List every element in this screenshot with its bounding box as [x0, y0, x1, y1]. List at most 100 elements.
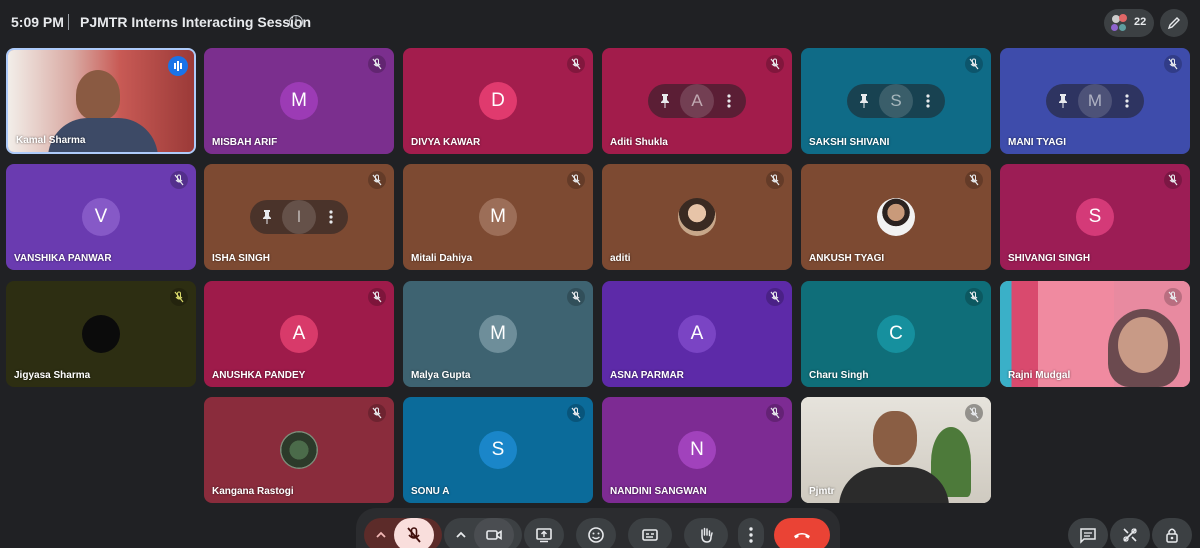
participant-tile[interactable]: C Charu Singh — [801, 281, 991, 387]
mic-off-icon — [770, 407, 780, 419]
participant-tile[interactable]: Kamal Sharma — [6, 48, 196, 154]
participant-tile[interactable]: M MANI TYAGI — [1000, 48, 1190, 154]
bottom-bar — [0, 508, 1200, 548]
edit-layout-button[interactable] — [1160, 9, 1188, 37]
lock-person-icon — [1166, 528, 1178, 543]
participant-name: SONU A — [411, 486, 450, 497]
participant-avatar: M — [280, 82, 318, 120]
tile-hover-controls: A — [648, 84, 746, 118]
participant-name: VANSHIKA PANWAR — [14, 253, 112, 264]
participant-tile[interactable]: aditi — [602, 164, 792, 270]
participant-tile[interactable]: S SONU A — [403, 397, 593, 503]
participant-tile[interactable]: S SAKSHI SHIVANI — [801, 48, 991, 154]
participant-name: DIVYA KAWAR — [411, 137, 481, 148]
participant-tile[interactable]: A ANUSHKA PANDEY — [204, 281, 394, 387]
info-icon[interactable]: i — [289, 15, 303, 29]
mic-off-icon — [571, 58, 581, 70]
participant-tile[interactable]: Kangana Rastogi — [204, 397, 394, 503]
speaking-indicator — [168, 56, 188, 76]
audio-wave-icon — [174, 61, 182, 71]
more-vert-icon — [749, 527, 753, 543]
participant-name: Kamal Sharma — [16, 135, 86, 146]
pin-icon[interactable] — [857, 93, 871, 109]
more-vert-icon[interactable] — [726, 93, 732, 109]
present-button[interactable] — [524, 518, 564, 548]
raise-hand-button[interactable] — [684, 518, 728, 548]
participant-avatar: D — [479, 82, 517, 120]
person-face — [873, 411, 917, 465]
mic-off-indicator — [766, 55, 784, 73]
mic-off-icon — [372, 407, 382, 419]
reactions-button[interactable] — [576, 518, 616, 548]
clock: 5:09 PM — [11, 14, 64, 30]
participant-tile[interactable]: M Malya Gupta — [403, 281, 593, 387]
participant-avatar: M — [479, 315, 517, 353]
mic-off-icon — [372, 58, 382, 70]
pin-icon[interactable] — [1056, 93, 1070, 109]
participant-tile[interactable]: M MISBAH ARIF — [204, 48, 394, 154]
participant-tile[interactable]: Rajni Mudgal — [1000, 281, 1190, 387]
mic-off-indicator — [1164, 55, 1182, 73]
end-call-icon — [794, 533, 810, 539]
participant-name: Mitali Dahiya — [411, 253, 473, 264]
mic-off-indicator — [766, 171, 784, 189]
participant-tile[interactable]: Jigyasa Sharma — [6, 281, 196, 387]
people-button[interactable]: 22 — [1104, 9, 1154, 37]
participant-tile[interactable]: D DIVYA KAWAR — [403, 48, 593, 154]
mic-toggle-button[interactable] — [394, 518, 434, 548]
pin-icon[interactable] — [658, 93, 672, 109]
mic-off-icon — [969, 174, 979, 186]
participant-name: Charu Singh — [809, 370, 869, 381]
participant-tile[interactable]: ANKUSH TYAGI — [801, 164, 991, 270]
profile-photo — [82, 315, 120, 353]
participant-name: Jigyasa Sharma — [14, 370, 91, 381]
participant-name: MANI TYAGI — [1008, 137, 1066, 148]
participant-name: Rajni Mudgal — [1008, 370, 1071, 381]
participant-avatar: M — [1078, 84, 1112, 118]
camera-icon — [486, 530, 502, 540]
mic-off-indicator — [1164, 288, 1182, 306]
mic-off-indicator — [368, 55, 386, 73]
chat-button[interactable] — [1068, 518, 1108, 548]
mic-off-icon — [770, 291, 780, 303]
mic-off-indicator — [965, 171, 983, 189]
participant-tile[interactable]: M Mitali Dahiya — [403, 164, 593, 270]
camera-toggle-button[interactable] — [474, 518, 514, 548]
participant-name: Kangana Rastogi — [212, 486, 294, 497]
mic-off-icon — [969, 58, 979, 70]
participant-tile[interactable]: A Aditi Shukla — [602, 48, 792, 154]
emoji-icon — [588, 527, 604, 543]
chat-icon — [1080, 528, 1096, 544]
participant-tile[interactable]: Pjmtr — [801, 397, 991, 503]
leave-call-button[interactable] — [774, 518, 830, 548]
more-vert-icon[interactable] — [328, 209, 334, 225]
captions-button[interactable] — [628, 518, 672, 548]
participant-name: SAKSHI SHIVANI — [809, 137, 890, 148]
mic-off-icon — [174, 291, 184, 303]
more-vert-icon[interactable] — [1124, 93, 1130, 109]
more-options-button[interactable] — [738, 518, 764, 548]
tile-hover-controls: I — [250, 200, 348, 234]
mic-off-icon — [770, 174, 780, 186]
activities-button[interactable] — [1110, 518, 1150, 548]
participant-tile[interactable]: S SHIVANGI SINGH — [1000, 164, 1190, 270]
host-controls-button[interactable] — [1152, 518, 1192, 548]
participant-tile[interactable]: I ISHA SINGH — [204, 164, 394, 270]
participant-name: SHIVANGI SINGH — [1008, 253, 1091, 264]
mic-off-indicator — [965, 404, 983, 422]
participant-tile[interactable]: V VANSHIKA PANWAR — [6, 164, 196, 270]
mic-off-icon — [407, 527, 421, 543]
participant-tile[interactable]: N NANDINI SANGWAN — [602, 397, 792, 503]
more-vert-icon[interactable] — [925, 93, 931, 109]
chevron-up-icon — [376, 531, 386, 538]
participant-name: ASNA PARMAR — [610, 370, 684, 381]
pin-icon[interactable] — [260, 209, 274, 225]
participant-avatar: I — [282, 200, 316, 234]
participant-tile[interactable]: A ASNA PARMAR — [602, 281, 792, 387]
person-face — [1118, 317, 1168, 373]
mic-off-indicator — [170, 288, 188, 306]
participant-avatar: C — [877, 315, 915, 353]
raise-hand-icon — [701, 527, 713, 543]
participant-avatar: S — [879, 84, 913, 118]
meeting-title: PJMTR Interns Interacting Session — [80, 14, 312, 30]
